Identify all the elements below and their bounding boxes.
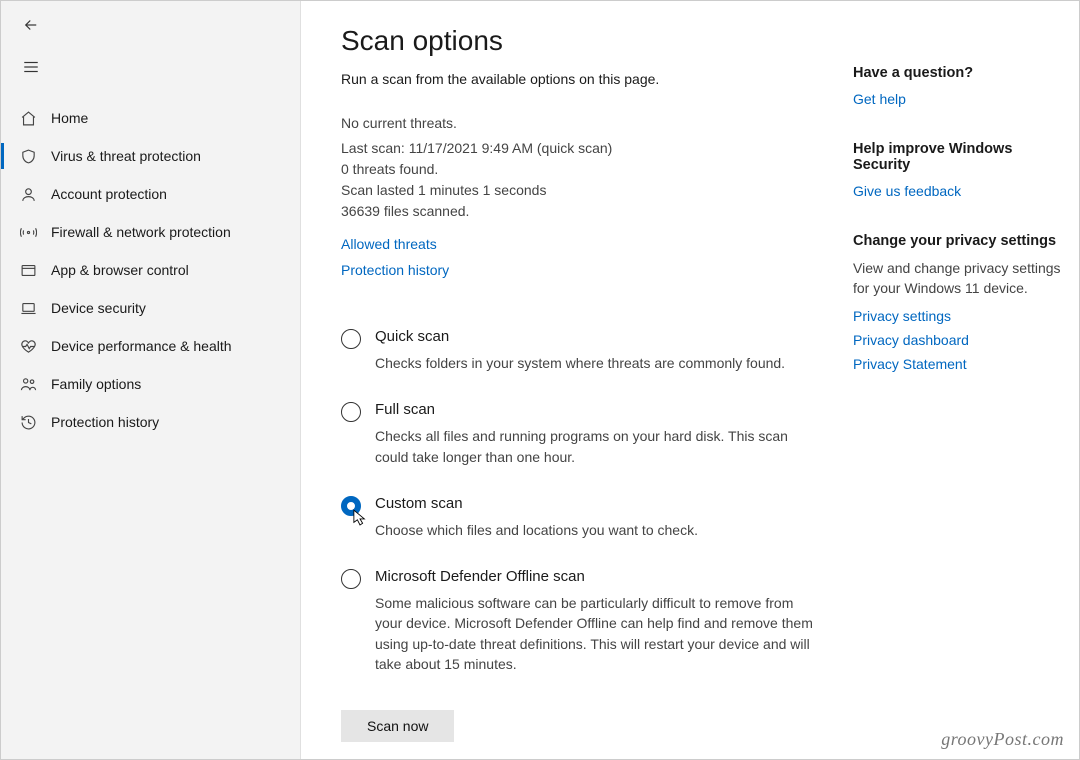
sidebar-item-family[interactable]: Family options [1,365,300,403]
radio-desc: Choose which files and locations you wan… [375,520,698,540]
radio-desc: Checks all files and running programs on… [375,426,823,467]
radio-full-scan[interactable]: Full scan Checks all files and running p… [341,401,823,467]
sidebar-item-firewall[interactable]: Firewall & network protection [1,213,300,251]
family-icon [19,375,37,393]
allowed-threats-link[interactable]: Allowed threats [341,236,823,252]
privacy-desc: View and change privacy settings for you… [853,259,1063,298]
feedback-link[interactable]: Give us feedback [853,183,1063,199]
radio-icon [341,569,361,589]
radio-icon [341,402,361,422]
sidebar-item-virus-threat[interactable]: Virus & threat protection [1,137,300,175]
privacy-heading: Change your privacy settings [853,233,1063,249]
page-title: Scan options [341,25,823,57]
signal-icon [19,223,37,241]
right-column: Have a question? Get help Help improve W… [853,25,1063,739]
laptop-icon [19,299,37,317]
sidebar-item-label: Account protection [51,186,167,202]
sidebar-item-label: Device performance & health [51,338,232,354]
feedback-heading: Help improve Windows Security [853,141,1063,173]
sidebar-item-performance[interactable]: Device performance & health [1,327,300,365]
status-last-scan: Last scan: 11/17/2021 9:49 AM (quick sca… [341,138,823,159]
radio-title: Quick scan [375,328,785,345]
feedback-section: Help improve Windows Security Give us fe… [853,141,1063,199]
privacy-dashboard-link[interactable]: Privacy dashboard [853,332,1063,348]
sidebar-item-label: Virus & threat protection [51,148,201,164]
sidebar-item-label: Family options [51,376,141,392]
radio-desc: Some malicious software can be particula… [375,593,823,674]
history-icon [19,413,37,431]
main-panel: Scan options Run a scan from the availab… [301,1,1079,759]
sidebar-item-account[interactable]: Account protection [1,175,300,213]
sidebar-item-history[interactable]: Protection history [1,403,300,441]
person-icon [19,185,37,203]
heart-icon [19,337,37,355]
protection-history-link[interactable]: Protection history [341,262,823,278]
hamburger-menu-button[interactable] [19,55,43,79]
radio-icon [341,496,361,516]
scan-options-group: Quick scan Checks folders in your system… [341,328,823,674]
sidebar-item-label: Protection history [51,414,159,430]
radio-custom-scan[interactable]: Custom scan Choose which files and locat… [341,495,823,540]
privacy-section: Change your privacy settings View and ch… [853,233,1063,372]
radio-desc: Checks folders in your system where thre… [375,353,785,373]
status-threats-found: 0 threats found. [341,159,823,180]
sidebar-item-app-browser[interactable]: App & browser control [1,251,300,289]
privacy-statement-link[interactable]: Privacy Statement [853,356,1063,372]
radio-title: Microsoft Defender Offline scan [375,568,823,585]
home-icon [19,109,37,127]
window-icon [19,261,37,279]
scan-now-button[interactable]: Scan now [341,710,454,742]
sidebar: Home Virus & threat protection Account p… [1,1,301,759]
get-help-link[interactable]: Get help [853,91,1063,107]
watermark: groovyPost.com [941,729,1064,750]
help-section: Have a question? Get help [853,65,1063,107]
radio-offline-scan[interactable]: Microsoft Defender Offline scan Some mal… [341,568,823,674]
nav-list: Home Virus & threat protection Account p… [1,99,300,441]
content-column: Scan options Run a scan from the availab… [341,25,823,739]
sidebar-item-label: App & browser control [51,262,189,278]
radio-title: Full scan [375,401,823,418]
sidebar-item-label: Device security [51,300,146,316]
radio-quick-scan[interactable]: Quick scan Checks folders in your system… [341,328,823,373]
sidebar-item-label: Firewall & network protection [51,224,231,240]
status-duration: Scan lasted 1 minutes 1 seconds [341,180,823,201]
scan-status-block: No current threats. Last scan: 11/17/202… [341,113,823,222]
page-subtitle: Run a scan from the available options on… [341,71,823,87]
privacy-settings-link[interactable]: Privacy settings [853,308,1063,324]
status-no-threats: No current threats. [341,113,823,134]
help-heading: Have a question? [853,65,1063,81]
back-button[interactable] [19,13,43,37]
sidebar-item-home[interactable]: Home [1,99,300,137]
sidebar-item-device-security[interactable]: Device security [1,289,300,327]
sidebar-item-label: Home [51,110,88,126]
radio-title: Custom scan [375,495,698,512]
shield-icon [19,147,37,165]
status-files-scanned: 36639 files scanned. [341,201,823,222]
radio-icon [341,329,361,349]
